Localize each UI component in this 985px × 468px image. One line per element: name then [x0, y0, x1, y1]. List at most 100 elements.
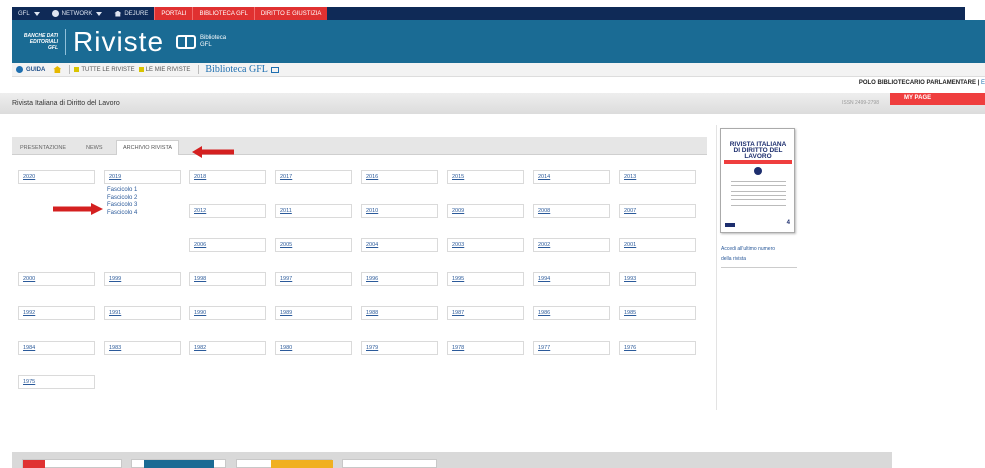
year-link[interactable]: 1975	[23, 379, 35, 385]
year-cell: 1993	[619, 272, 696, 286]
year-link[interactable]: 1995	[452, 276, 464, 282]
year-cell: 1983	[104, 341, 181, 355]
year-link[interactable]: 2001	[624, 242, 636, 248]
year-cell: 1990	[189, 306, 266, 320]
year-cell: 1988	[361, 306, 438, 320]
footer-logo-link[interactable]	[342, 459, 437, 468]
year-cell: 2007	[619, 204, 696, 218]
year-link[interactable]: 2016	[366, 174, 378, 180]
year-link[interactable]: 1997	[280, 276, 292, 282]
nav-gfl[interactable]: GFL	[12, 7, 46, 20]
year-link[interactable]: 1989	[280, 310, 292, 316]
year-link[interactable]: 1980	[280, 345, 292, 351]
year-link[interactable]: 2006	[194, 242, 206, 248]
tab-news[interactable]: NEWS	[80, 140, 109, 155]
year-link[interactable]: 1986	[538, 310, 550, 316]
year-link[interactable]: 2014	[538, 174, 550, 180]
header-divider	[65, 28, 66, 55]
year-link[interactable]: 1982	[194, 345, 206, 351]
year-link[interactable]: 2017	[280, 174, 292, 180]
year-link[interactable]: 2009	[452, 208, 464, 214]
journal-cover-image[interactable]: RIVISTA ITALIANA DI DIRITTO DEL LAVORO 4	[720, 128, 795, 233]
nav-biblioteca-gfl[interactable]: BIBLIOTECA GFL	[192, 7, 254, 20]
site-title[interactable]: Riviste	[73, 26, 164, 58]
year-link[interactable]: 2012	[194, 208, 206, 214]
fascicolo-link[interactable]: Fascicolo 2	[107, 195, 137, 203]
year-link[interactable]: 2005	[280, 242, 292, 248]
footer-logo-link[interactable]	[22, 459, 122, 468]
year-link[interactable]: 2019	[109, 174, 121, 180]
top-navbar-strip: GFL NETWORK DEJURE PORTALI BIBLIOTECA GF…	[12, 7, 965, 20]
brand-logo[interactable]: BANCHE DATI EDITORIALI GFL	[20, 33, 58, 51]
latest-issue-link[interactable]: Accedi all'ultimo numero della rivista	[721, 244, 797, 268]
year-cell: 2016	[361, 170, 438, 184]
nav-network[interactable]: NETWORK	[46, 7, 109, 20]
fascicolo-link[interactable]: Fascicolo 3	[107, 202, 137, 210]
tab-archivio-rivista[interactable]: ARCHIVIO RIVISTA	[116, 140, 180, 155]
year-link[interactable]: 1979	[366, 345, 378, 351]
home-icon[interactable]	[53, 66, 62, 73]
year-link[interactable]: 2002	[538, 242, 550, 248]
fascicolo-link[interactable]: Fascicolo 1	[107, 187, 137, 195]
year-link[interactable]: 1990	[194, 310, 206, 316]
year-cell: 1989	[275, 306, 352, 320]
year-link[interactable]: 1983	[109, 345, 121, 351]
biblioteca-link[interactable]: Biblioteca GFL	[176, 34, 226, 49]
year-link[interactable]: 2007	[624, 208, 636, 214]
polo-link[interactable]: E	[981, 80, 985, 86]
nav-portali[interactable]: PORTALI	[154, 7, 193, 20]
year-link[interactable]: 1984	[23, 345, 35, 351]
year-link[interactable]: 1987	[452, 310, 464, 316]
year-link[interactable]: 1985	[624, 310, 636, 316]
fascicolo-link[interactable]: Fascicolo 4	[107, 210, 137, 218]
nav-dejure[interactable]: DEJURE	[108, 7, 154, 20]
year-link[interactable]: 1993	[624, 276, 636, 282]
footer-logo-link[interactable]	[236, 459, 333, 468]
year-link[interactable]: 2013	[624, 174, 636, 180]
nav-dejure-label: DEJURE	[124, 10, 149, 17]
book-icon	[176, 34, 197, 49]
divider	[198, 65, 200, 74]
cover-text-line	[731, 191, 786, 192]
year-link[interactable]: 2011	[280, 208, 292, 214]
year-link[interactable]: 1994	[538, 276, 550, 282]
year-cell: 1976	[619, 341, 696, 355]
year-link[interactable]: 1999	[109, 276, 121, 282]
biblioteca-gfl-link[interactable]: Biblioteca GFL	[205, 64, 268, 75]
year-link[interactable]: 1998	[194, 276, 206, 282]
year-link[interactable]: 2020	[23, 174, 35, 180]
year-cell: 1985	[619, 306, 696, 320]
year-link[interactable]: 2000	[23, 276, 35, 282]
year-link[interactable]: 2010	[366, 208, 378, 214]
year-link[interactable]: 1978	[452, 345, 464, 351]
year-link[interactable]: 2008	[538, 208, 550, 214]
year-cell: 2020	[18, 170, 95, 184]
year-link[interactable]: 1992	[23, 310, 35, 316]
year-link[interactable]: 2018	[194, 174, 206, 180]
globe-icon	[51, 10, 59, 17]
my-page-button[interactable]: MY PAGE	[890, 93, 985, 105]
year-cell: 2019	[104, 170, 181, 184]
sub-toolbar: GUIDA TUTTE LE RIVISTE LE MIE RIVISTE Bi…	[12, 63, 985, 77]
year-link[interactable]: 2003	[452, 242, 464, 248]
year-link[interactable]: 1976	[624, 345, 636, 351]
polo-text: POLO BIBLIOTECARIO PARLAMENTARE |	[858, 80, 980, 86]
footer-logo-stripe	[271, 460, 333, 468]
year-cell: 2012	[189, 204, 266, 218]
guida-link[interactable]: GUIDA	[16, 66, 45, 73]
brand-line: GFL	[48, 44, 58, 51]
footer-logo-stripe	[144, 460, 214, 468]
nav-diritto-giustizia[interactable]: DIRITTO E GIUSTIZIA	[253, 7, 328, 20]
biblioteca-text: Biblioteca GFL	[200, 35, 226, 49]
le-mie-riviste-link[interactable]: LE MIE RIVISTE	[138, 67, 190, 73]
year-link[interactable]: 1977	[538, 345, 550, 351]
biblioteca-line: GFL	[200, 41, 212, 48]
year-link[interactable]: 2015	[452, 174, 464, 180]
year-link[interactable]: 1988	[366, 310, 378, 316]
year-link[interactable]: 2004	[366, 242, 378, 248]
year-link[interactable]: 1991	[109, 310, 121, 316]
tutte-le-riviste-link[interactable]: TUTTE LE RIVISTE	[74, 67, 135, 73]
tab-presentazione[interactable]: PRESENTAZIONE	[14, 140, 72, 155]
year-link[interactable]: 1996	[366, 276, 378, 282]
footer-logo-link[interactable]	[131, 459, 226, 468]
